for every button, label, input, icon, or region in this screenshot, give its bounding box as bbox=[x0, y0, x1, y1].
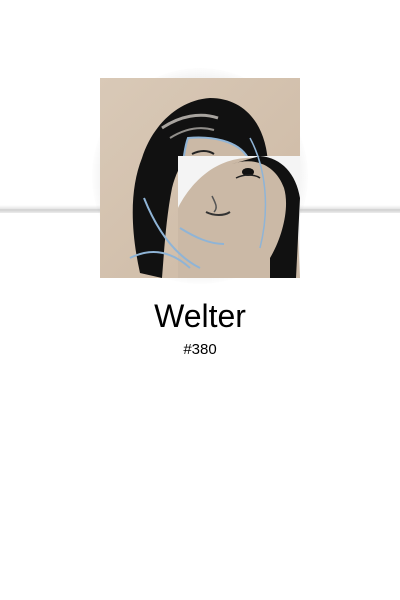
sketch-portrait-icon bbox=[100, 78, 300, 278]
profile-number: #380 bbox=[183, 341, 217, 358]
profile-name: Welter bbox=[154, 298, 246, 334]
avatar[interactable] bbox=[100, 78, 300, 278]
profile-card: Welter #380 bbox=[0, 0, 400, 600]
